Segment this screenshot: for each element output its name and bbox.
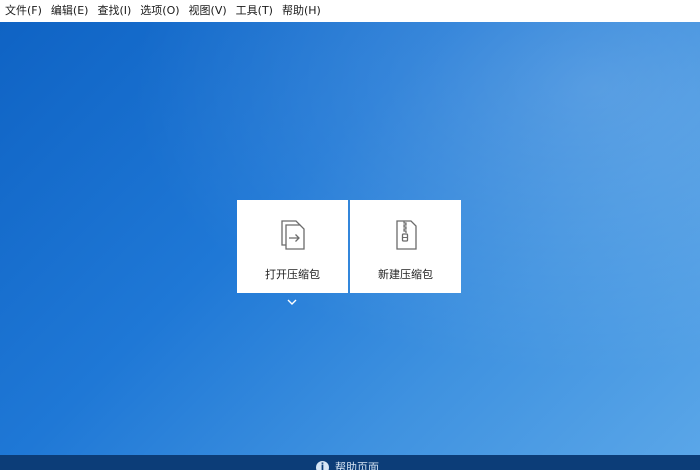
menu-file[interactable]: 文件(F) [5,0,42,22]
app-window: 文件(F) 编辑(E) 查找(I) 选项(O) 视图(V) 工具(T) 帮助(H… [0,0,700,470]
menu-edit[interactable]: 编辑(E) [51,0,89,22]
menu-tools[interactable]: 工具(T) [236,0,273,22]
info-icon: i [316,461,329,470]
menu-options[interactable]: 选项(O) [140,0,179,22]
new-archive-icon [395,220,417,250]
help-page-link[interactable]: i 帮助页面 [316,461,379,470]
open-archive-button[interactable]: 打开压缩包 [237,200,348,293]
main-area: 打开压缩包 新建压缩包 [0,22,700,455]
new-archive-button[interactable]: 新建压缩包 [350,200,461,293]
new-archive-label: 新建压缩包 [378,268,433,281]
menu-find[interactable]: 查找(I) [97,0,131,22]
menu-bar: 文件(F) 编辑(E) 查找(I) 选项(O) 视图(V) 工具(T) 帮助(H… [0,0,700,22]
chevron-down-icon[interactable] [285,297,299,307]
open-archive-label: 打开压缩包 [265,268,320,281]
menu-view[interactable]: 视图(V) [189,0,227,22]
menu-help[interactable]: 帮助(H) [282,0,321,22]
open-archive-icon [280,220,305,250]
help-page-label: 帮助页面 [335,461,379,470]
status-bar: i 帮助页面 [0,455,700,470]
